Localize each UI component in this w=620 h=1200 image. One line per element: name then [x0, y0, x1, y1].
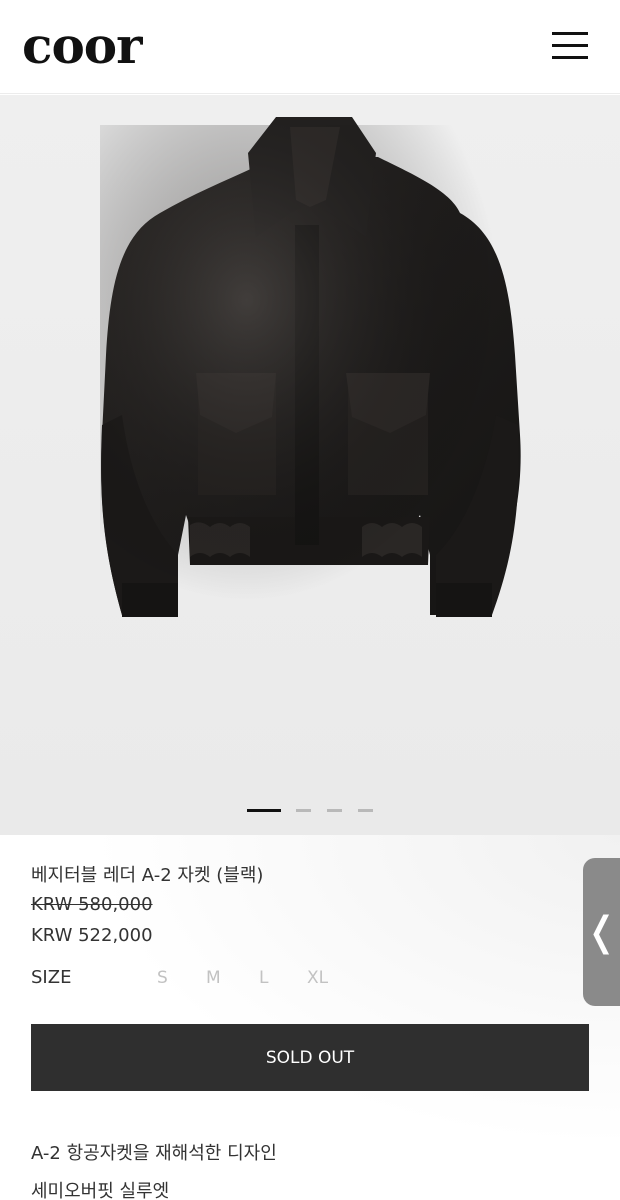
chevron-left-icon: ❬	[584, 909, 619, 955]
size-option-l[interactable]: L	[259, 966, 268, 990]
size-option-s[interactable]: S	[157, 966, 168, 990]
pagination-dot[interactable]	[296, 809, 311, 812]
description-line: A-2 항공자켓을 재해석한 디자인	[31, 1143, 277, 1164]
side-drawer-tab[interactable]: ❬	[583, 858, 620, 1006]
brand-logo[interactable]: coor	[22, 18, 142, 74]
product-image	[100, 117, 521, 625]
original-price: KRW 580,000	[31, 894, 153, 915]
product-image-gallery[interactable]	[0, 95, 620, 835]
menu-bar	[552, 56, 588, 59]
hamburger-menu-icon[interactable]	[549, 30, 591, 62]
sold-out-label: SOLD OUT	[265, 1047, 355, 1068]
sale-price: KRW 522,000	[31, 925, 153, 946]
pagination-dot[interactable]	[327, 809, 342, 812]
size-label: SIZE	[31, 967, 72, 988]
description-line: 세미오버핏 실루엣	[31, 1181, 170, 1200]
size-option-m[interactable]: M	[206, 966, 221, 990]
product-name: 베지터블 레더 A-2 자켓 (블랙)	[31, 865, 264, 886]
menu-bar	[552, 32, 588, 35]
sold-out-button[interactable]: SOLD OUT	[31, 1024, 589, 1091]
size-option-xl[interactable]: XL	[307, 966, 328, 990]
site-header: coor	[0, 0, 620, 94]
pagination-dot[interactable]	[358, 809, 373, 812]
pagination-dot-active[interactable]	[247, 809, 281, 812]
menu-bar	[552, 44, 588, 47]
gallery-pagination	[0, 807, 620, 813]
